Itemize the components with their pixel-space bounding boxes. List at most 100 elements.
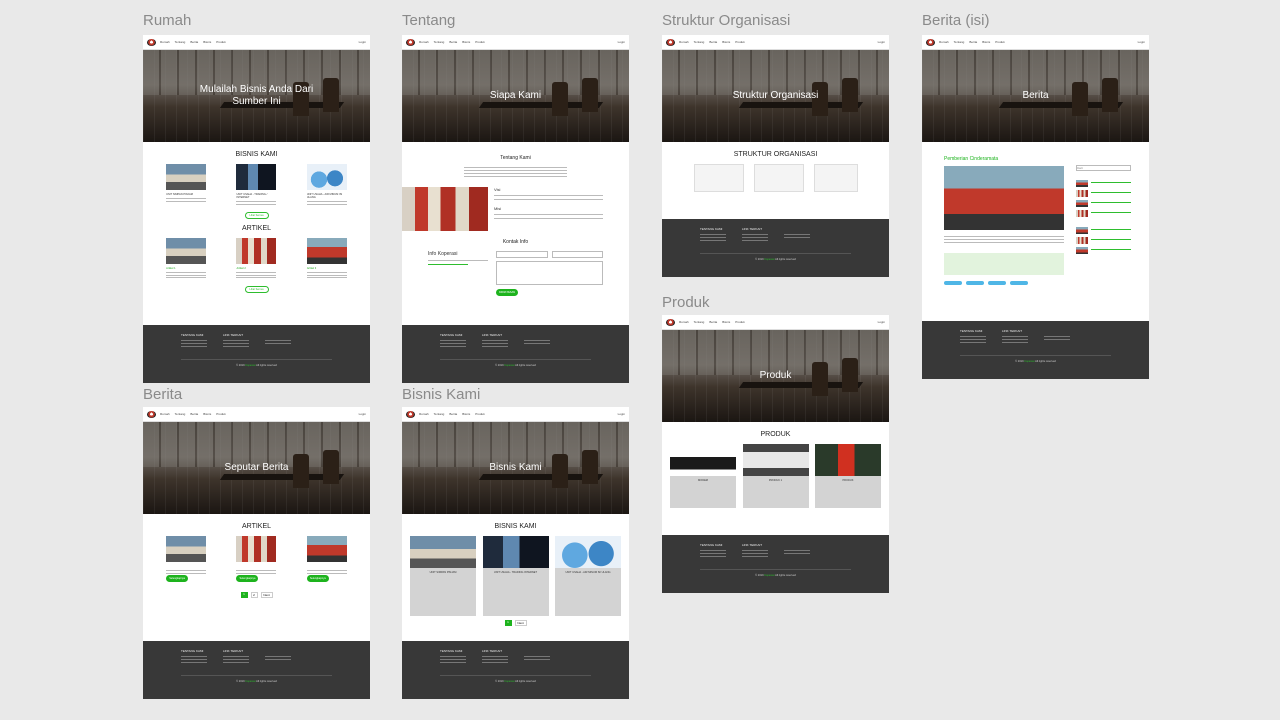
- nav-link[interactable]: Bisnis: [203, 40, 211, 44]
- article-card[interactable]: Selengkapnya: [166, 536, 207, 582]
- navbar: Rumah Tentang Berita Bisnis Produk Login: [662, 35, 889, 50]
- search-input[interactable]: [1076, 165, 1131, 171]
- business-card[interactable]: UNIT USAHA - TRADING / INTERNET: [236, 164, 277, 206]
- nav-link[interactable]: Berita: [190, 412, 198, 416]
- nav-link[interactable]: Produk: [475, 40, 485, 44]
- nav-link[interactable]: Produk: [995, 40, 1005, 44]
- login-link[interactable]: Login: [878, 40, 885, 44]
- nav-link[interactable]: Tentang: [434, 412, 445, 416]
- login-link[interactable]: Login: [618, 40, 625, 44]
- logo-icon[interactable]: [147, 410, 156, 418]
- nav-link[interactable]: Berita: [709, 320, 717, 324]
- section-title: ARTIKEL: [241, 523, 272, 530]
- business-card[interactable]: UNIT USAHA - TRADING INTERNET: [482, 536, 549, 616]
- login-link[interactable]: Login: [878, 320, 885, 324]
- nav-link[interactable]: Bisnis: [462, 40, 470, 44]
- nav-link[interactable]: Berita: [190, 40, 198, 44]
- artboard-produk[interactable]: Rumah Tentang Berita Bisnis Produk Login…: [662, 315, 889, 593]
- tag-button[interactable]: [966, 281, 984, 285]
- nav-link[interactable]: Tentang: [954, 40, 965, 44]
- nav-link[interactable]: Rumah: [679, 320, 689, 324]
- nav-link[interactable]: Bisnis: [722, 320, 730, 324]
- article-card[interactable]: Selengkapnya: [236, 536, 277, 582]
- email-field[interactable]: [551, 251, 603, 258]
- nav-link[interactable]: Bisnis: [462, 412, 470, 416]
- info-heading: Info Koperasi: [428, 251, 458, 257]
- article-card[interactable]: Artikel 1: [166, 238, 207, 280]
- nav-link[interactable]: Rumah: [160, 412, 170, 416]
- nav-link[interactable]: Tentang: [175, 412, 186, 416]
- logo-icon[interactable]: [406, 38, 415, 46]
- read-more-button[interactable]: Selengkapnya: [236, 575, 259, 582]
- business-card[interactable]: UNIT SIMPAN PINJAM: [166, 164, 207, 206]
- nav-link[interactable]: Tentang: [434, 40, 445, 44]
- product-card[interactable]: PRODUK: [815, 444, 881, 508]
- article-card[interactable]: Selengkapnya: [306, 536, 347, 582]
- hero-banner: Mulailah Bisnis Anda Dari Sumber Ini: [143, 50, 370, 142]
- artboard-berita[interactable]: Rumah Tentang Berita Bisnis Produk Login…: [143, 407, 370, 699]
- see-all-button[interactable]: Lihat Semua: [244, 212, 269, 219]
- article-card[interactable]: Artikel 3: [306, 238, 347, 280]
- next-button[interactable]: Next: [260, 592, 273, 598]
- artboard-tentang[interactable]: Rumah Tentang Berita Bisnis Produk Login…: [402, 35, 629, 383]
- nav-link[interactable]: Berita: [969, 40, 977, 44]
- nav-link[interactable]: Rumah: [419, 412, 429, 416]
- article-image: [944, 166, 1064, 230]
- nav-link[interactable]: Produk: [735, 40, 745, 44]
- page-button[interactable]: 1: [240, 592, 248, 598]
- nav-link[interactable]: Tentang: [175, 40, 186, 44]
- login-link[interactable]: Login: [1138, 40, 1145, 44]
- artboard-berita-isi[interactable]: Rumah Tentang Berita Bisnis Produk Login…: [922, 35, 1149, 379]
- nav-link[interactable]: Rumah: [419, 40, 429, 44]
- see-all-button[interactable]: Lihat Semua: [244, 285, 269, 293]
- read-more-button[interactable]: Selengkapnya: [166, 575, 189, 582]
- page-button[interactable]: 1: [504, 620, 512, 626]
- read-more-button[interactable]: Selengkapnya: [306, 575, 329, 582]
- logo-icon[interactable]: [666, 318, 675, 326]
- nav-link[interactable]: Rumah: [939, 40, 949, 44]
- next-button[interactable]: Next: [514, 620, 527, 626]
- nav-link[interactable]: Bisnis: [203, 412, 211, 416]
- article-card[interactable]: Artikel 2: [236, 238, 277, 280]
- message-field[interactable]: [496, 261, 603, 285]
- tag-button[interactable]: [944, 281, 962, 285]
- business-card[interactable]: UNIT USAHA - AIR MINUM ISI ULANG: [555, 536, 621, 616]
- nav-link[interactable]: Berita: [449, 412, 457, 416]
- logo-icon[interactable]: [147, 38, 156, 46]
- login-link[interactable]: Login: [359, 40, 366, 44]
- nav-link[interactable]: Bisnis: [982, 40, 990, 44]
- nav-link[interactable]: Tentang: [694, 40, 705, 44]
- tag-button[interactable]: [988, 281, 1006, 285]
- nav-link[interactable]: Berita: [449, 40, 457, 44]
- logo-icon[interactable]: [666, 38, 675, 46]
- nav-link[interactable]: Bisnis: [722, 40, 730, 44]
- section-title: BISNIS KAMI: [494, 523, 537, 530]
- nav-link[interactable]: Rumah: [160, 40, 170, 44]
- business-card[interactable]: UNIT SIMPAN PINJAM: [410, 536, 476, 616]
- send-button[interactable]: KIRIM PESAN: [496, 289, 518, 296]
- hero-banner: Struktur Organisasi: [662, 50, 889, 142]
- logo-icon[interactable]: [926, 38, 935, 46]
- artboard-bisnis[interactable]: Rumah Tentang Berita Bisnis Produk Login…: [402, 407, 629, 699]
- artboard-rumah[interactable]: Rumah Tentang Berita Bisnis Produk Login…: [143, 35, 370, 383]
- login-link[interactable]: Login: [618, 412, 625, 416]
- product-card[interactable]: MODEM: [670, 444, 736, 508]
- hero-banner: Siapa Kami: [402, 50, 629, 142]
- name-field[interactable]: [496, 251, 548, 258]
- login-link[interactable]: Login: [359, 412, 366, 416]
- nav-link[interactable]: Produk: [216, 40, 226, 44]
- visi-heading: Visi: [494, 187, 501, 192]
- logo-icon[interactable]: [406, 410, 415, 418]
- nav-link[interactable]: Rumah: [679, 40, 689, 44]
- nav-link[interactable]: Produk: [475, 412, 485, 416]
- page-button[interactable]: 2: [250, 592, 258, 598]
- product-card[interactable]: PRODUK 1: [742, 444, 809, 508]
- footer: TENTANG KAMI LINK TERKAIT © 2019 Koperas…: [662, 219, 889, 277]
- nav-link[interactable]: Berita: [709, 40, 717, 44]
- business-card[interactable]: UNIT USAHA - AIR MINUM ISI ULANG: [306, 164, 347, 206]
- nav-link[interactable]: Produk: [735, 320, 745, 324]
- nav-link[interactable]: Tentang: [694, 320, 705, 324]
- tag-button[interactable]: [1010, 281, 1028, 285]
- nav-link[interactable]: Produk: [216, 412, 226, 416]
- artboard-struktur[interactable]: Rumah Tentang Berita Bisnis Produk Login…: [662, 35, 889, 277]
